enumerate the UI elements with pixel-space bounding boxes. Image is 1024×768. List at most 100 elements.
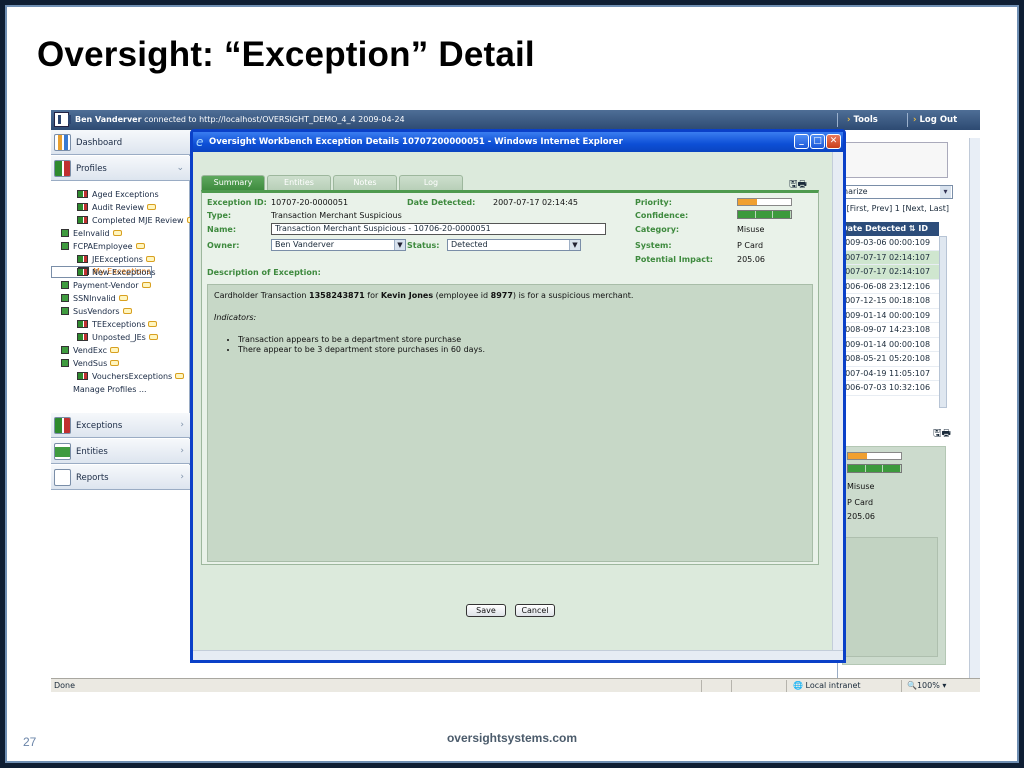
confidence-label: Confidence: [635,211,689,220]
owner-select[interactable]: Ben Vanderver ▼ [271,239,406,251]
sidebar-item-profiles[interactable]: Profiles ⌄ [51,156,190,181]
profile-icon [77,203,88,211]
profile-item[interactable]: JEExceptions [51,253,190,266]
table-header[interactable]: Date Detected ⇅ ID [839,222,939,236]
table-scrollbar[interactable] [939,236,947,408]
table-row[interactable]: 2008-09-07 14:23:108 [839,323,939,338]
description-box: Cardholder Transaction 1358243871 for Ke… [207,284,813,562]
profile-label: JEExceptions [92,255,143,264]
profile-icon [61,242,69,250]
table-row[interactable]: 2006-07-03 10:32:106 [839,381,939,396]
table-row[interactable]: 2007-07-17 02:14:107 [839,265,939,280]
table-row[interactable]: 2007-07-17 02:14:107 [839,250,939,265]
comment-icon[interactable] [175,373,185,379]
table-row[interactable]: 2009-03-06 00:00:109 [839,236,939,251]
owner-label: Owner: [207,241,240,250]
name-label: Name: [207,225,237,234]
table-row[interactable]: 2009-01-14 00:00:108 [839,338,939,352]
priority-bar [737,198,792,206]
profile-label: Payment-Vendor [73,281,139,290]
tab-summary[interactable]: Summary [201,175,265,190]
comment-icon[interactable] [148,321,158,327]
profile-item[interactable]: FCPAEmployee [51,240,190,253]
profile-item[interactable]: Payment-Vendor [51,279,190,292]
page-scrollbar[interactable] [969,138,980,681]
sidebar-item-exceptions[interactable]: Exceptions › [51,413,190,438]
tools-link[interactable]: › Tools [847,115,878,125]
sidebar-item-dashboard[interactable]: Dashboard [51,130,190,155]
sidebar-item-reports[interactable]: Reports › [51,465,190,490]
comment-icon[interactable] [109,347,119,353]
priority-label: Priority: [635,198,672,207]
zoom-control[interactable]: 🔍100% ▾ [907,681,946,690]
pager[interactable]: 2 [First, Prev] 1 [Next, Last] [839,204,949,213]
dialog-bottom-scrollbar[interactable] [193,650,843,660]
profile-item[interactable]: Unposted_JEs [51,331,190,344]
table-row[interactable]: 2007-04-19 11:05:107 [839,367,939,381]
view-select[interactable]: narize [839,185,953,199]
export-print-icons[interactable]: 🖫🖶 [933,426,951,443]
profile-icon [61,307,69,315]
exception-list-panel: narize 2 [First, Prev] 1 [Next, Last] Da… [837,130,980,681]
close-button[interactable]: ✕ [826,134,841,149]
category-value: Misuse [737,225,765,234]
profile-item[interactable]: VendSus [51,357,190,370]
profile-item[interactable]: VendExc [51,344,190,357]
profile-label: VendSus [73,359,108,368]
comment-icon[interactable] [141,282,151,288]
profile-item[interactable]: EeInvalid [51,227,190,240]
profile-label: TEExceptions [92,320,146,329]
table-row[interactable]: 2008-05-21 05:20:108 [839,352,939,367]
profile-item[interactable]: TEExceptions [51,318,190,331]
comment-icon[interactable] [110,360,120,366]
slide: Oversight: “Exception” Detail Ben Vander… [5,5,1019,763]
screenshot: Ben Vanderver connected to http://localh… [51,110,980,692]
comment-icon[interactable] [112,230,122,236]
logout-link[interactable]: › Log Out [913,115,957,125]
profile-item[interactable]: VouchersExceptions [51,370,190,383]
manage-profiles-link[interactable]: Manage Profiles ... [51,383,190,396]
potential-impact-value: 205.06 [737,255,765,264]
exception-id-value: 10707-20-0000051 [271,198,349,207]
indicator-item: Transaction appears to be a department s… [238,335,806,345]
name-field[interactable]: Transaction Merchant Suspicious - 10706-… [271,223,606,235]
profile-item[interactable]: New Exceptions [51,266,190,279]
comment-icon[interactable] [147,204,157,210]
chevron-down-icon[interactable]: ⌄ [176,163,184,173]
profile-label: New Exceptions [92,268,156,277]
chevron-right-icon: › [180,446,184,456]
profile-label: Audit Review [92,203,145,212]
profile-icon [77,216,88,224]
tab-notes[interactable]: Notes [333,175,397,190]
comment-icon[interactable] [135,243,145,249]
profile-item[interactable]: SSNInvalid [51,292,190,305]
profile-item[interactable]: Audit Review [51,201,190,214]
status-select[interactable]: Detected ▼ [447,239,581,251]
app-header: Ben Vanderver connected to http://localh… [51,110,980,130]
table-row[interactable]: 2006-06-08 23:12:106 [839,280,939,294]
cancel-button[interactable]: Cancel [515,604,555,617]
profile-label: Completed MJE Review [92,216,184,225]
slide-title: Oversight: “Exception” Detail [37,35,535,74]
comment-icon[interactable] [118,295,128,301]
profile-icon [61,294,69,302]
table-row[interactable]: 2009-01-14 00:00:109 [839,309,939,323]
profile-item[interactable]: Completed MJE Review [51,214,196,227]
comment-icon[interactable] [148,334,158,340]
table-row[interactable]: 2007-12-15 00:18:108 [839,294,939,309]
date-detected-value: 2007-07-17 02:14:45 [493,198,578,207]
tab-entities[interactable]: Entities [267,175,331,190]
maximize-button[interactable]: □ [810,134,825,149]
minimize-button[interactable]: _ [794,134,809,149]
sidebar-item-entities[interactable]: Entities › [51,439,190,464]
profile-item[interactable]: SusVendors [51,305,190,318]
tab-log[interactable]: Log [399,175,463,190]
dialog-scrollbar[interactable] [832,152,843,650]
comment-icon[interactable] [122,308,132,314]
indicators-label: Indicators: [214,313,257,322]
dialog-title-bar[interactable]: e Oversight Workbench Exception Details … [193,132,843,152]
comment-icon[interactable] [145,256,155,262]
profile-label: FCPAEmployee [73,242,133,251]
save-button[interactable]: Save [466,604,506,617]
profile-item[interactable]: Aged Exceptions [51,188,190,201]
